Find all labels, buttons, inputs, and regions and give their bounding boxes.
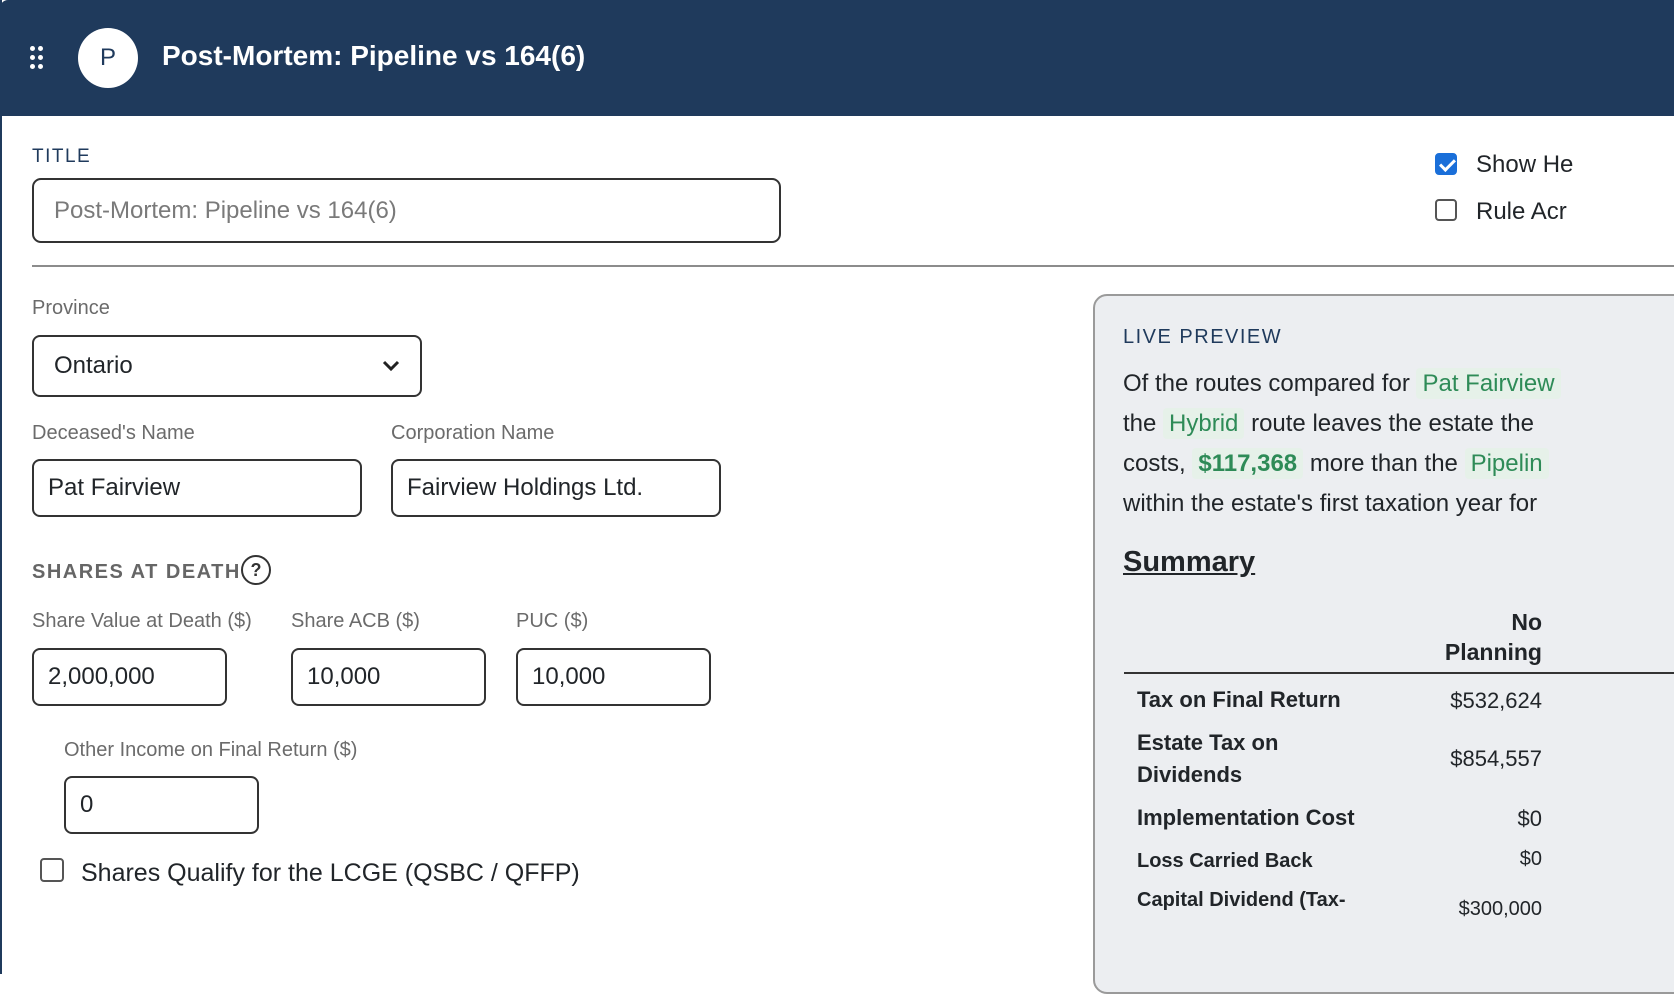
table-row-value: $0 [1517,806,1542,831]
corporation-name-input[interactable] [391,459,721,517]
table-row-label-line: Dividends [1137,762,1243,787]
shares-at-death-heading: SHARES AT DEATH [32,561,241,583]
preview-line: the Hybrid route leaves the estate the [1123,404,1674,444]
corporation-name-label: Corporation Name [391,422,555,444]
column-header-line: Planning [1444,639,1542,665]
chevron-down-icon [382,360,400,372]
column-header-no-planning: No Planning [1382,607,1542,667]
other-income-label: Other Income on Final Return ($) [64,739,358,761]
preview-text-fragment: more than the [1309,450,1458,477]
highlight-deceased-name: Pat Fairview [1416,368,1561,399]
preview-text-fragment: costs, [1123,450,1186,477]
highlight-route: Hybrid [1163,408,1245,439]
table-row-value: $0 [1519,848,1542,870]
live-preview-label: LIVE PREVIEW [1123,326,1283,348]
show-header-checkbox[interactable] [1435,153,1457,175]
preview-text-fragment: the [1123,410,1157,437]
puc-input[interactable] [516,648,711,706]
preview-line: costs, $117,368 more than the Pipelin [1123,444,1674,484]
lcge-checkbox[interactable] [40,858,64,882]
table-row-label: Implementation Cost [1137,805,1355,830]
section-divider [32,265,1674,267]
table-row-label-line: Estate Tax on [1137,730,1279,755]
rule-across-checkbox[interactable] [1435,199,1457,221]
preview-text-fragment: Of the routes compared for [1123,370,1410,397]
drag-handle-icon[interactable] [30,46,48,72]
help-icon[interactable]: ? [241,555,271,585]
other-income-input[interactable] [64,776,259,834]
table-row-label: Capital Dividend (Tax- [1137,889,1346,911]
share-value-label: Share Value at Death ($) [32,610,252,632]
province-selected-value: Ontario [54,352,133,379]
title-input[interactable] [32,178,781,243]
page-title: Post-Mortem: Pipeline vs 164(6) [162,40,586,71]
table-row-label: Tax on Final Return [1137,687,1341,712]
share-acb-label: Share ACB ($) [291,610,420,632]
province-select[interactable]: Ontario [32,335,422,397]
summary-title: Summary [1123,546,1256,578]
table-row-value: $300,000 [1458,898,1542,920]
deceased-name-input[interactable] [32,459,362,517]
table-row-label: Estate Tax on Dividends [1137,727,1278,791]
preview-text-fragment: route leaves the estate the [1251,410,1534,437]
table-row-label: Loss Carried Back [1137,850,1313,872]
preview-narrative: Of the routes compared for Pat Fairview … [1123,364,1674,524]
show-header-label: Show He [1476,151,1574,178]
header-bar: P Post-Mortem: Pipeline vs 164(6) [0,0,1674,116]
share-acb-input[interactable] [291,648,486,706]
table-row-value: $854,557 [1450,746,1542,771]
lcge-label: Shares Qualify for the LCGE (QSBC / QFFP… [81,859,580,887]
avatar: P [78,28,138,88]
deceased-name-label: Deceased's Name [32,422,195,444]
table-row-value: $532,624 [1450,688,1542,713]
preview-line: Of the routes compared for Pat Fairview [1123,364,1674,404]
share-value-input[interactable] [32,648,227,706]
highlight-amount: $117,368 [1192,448,1304,479]
preview-line: within the estate's first taxation year … [1123,490,1538,517]
province-label: Province [32,297,110,319]
rule-across-label: Rule Acr [1476,198,1567,225]
highlight-route: Pipelin [1464,448,1549,479]
title-section-label: TITLE [32,146,92,167]
column-header-line: No [1511,609,1542,635]
table-header-rule [1124,672,1674,674]
puc-label: PUC ($) [516,610,589,632]
